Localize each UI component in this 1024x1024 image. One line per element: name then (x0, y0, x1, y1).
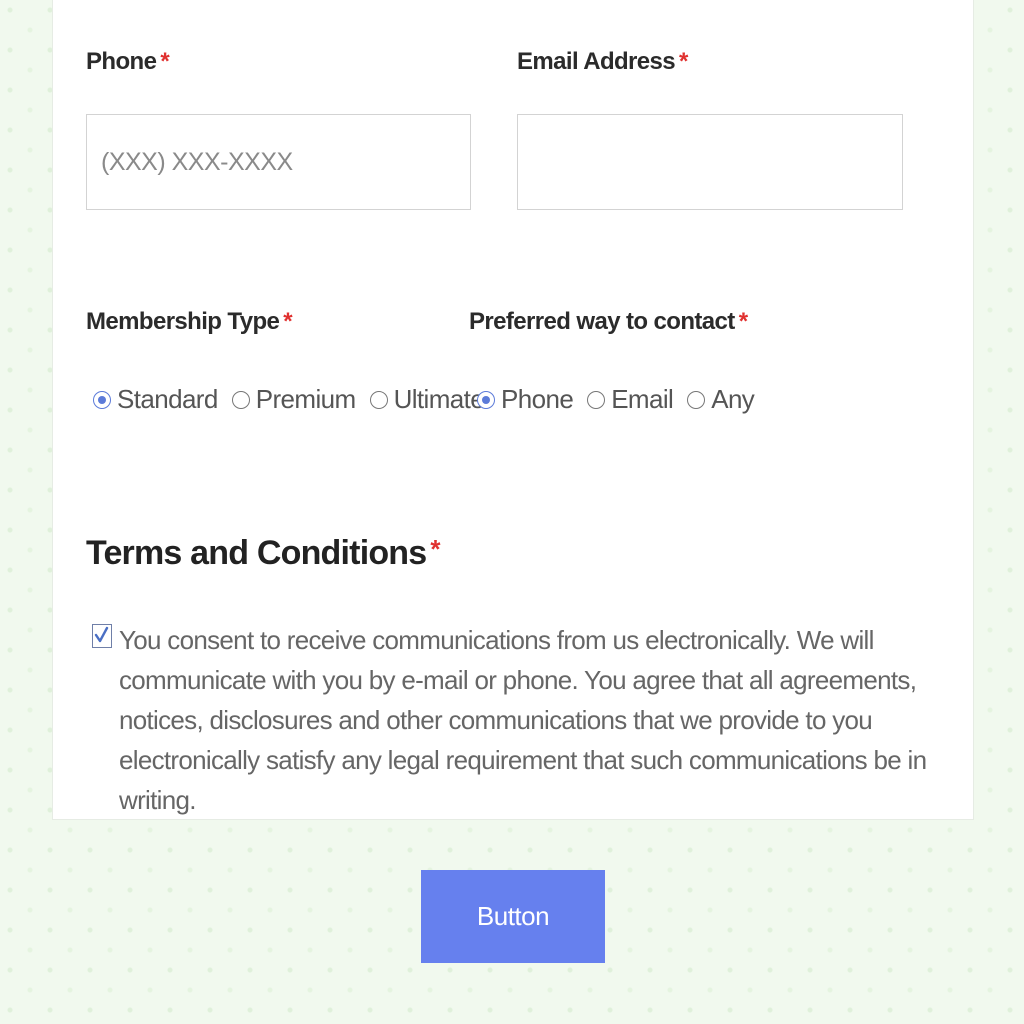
required-asterisk: * (283, 308, 293, 335)
radio-button-email[interactable] (587, 390, 606, 409)
submit-button[interactable]: Button (421, 870, 605, 963)
terms-title-text: Terms and Conditions (86, 534, 427, 572)
phone-label: Phone * (86, 48, 170, 76)
radio-option-any[interactable]: Any (687, 384, 755, 415)
terms-title: Terms and Conditions * (86, 534, 441, 573)
radio-option-standard[interactable]: Standard (93, 384, 218, 415)
radio-button-premium[interactable] (231, 390, 250, 409)
radio-label-any: Any (711, 384, 755, 414)
radio-option-premium[interactable]: Premium (231, 384, 356, 415)
terms-text: You consent to receive communications fr… (119, 625, 927, 815)
membership-type-label: Membership Type * (86, 308, 293, 336)
required-asterisk: * (160, 48, 170, 75)
required-asterisk: * (738, 308, 748, 335)
checkmark-icon (94, 626, 109, 643)
radio-button-phone[interactable] (477, 390, 495, 409)
membership-type-label-text: Membership Type (86, 308, 280, 335)
membership-type-radio-group: Standard Premium Ultimate (93, 384, 485, 415)
preferred-contact-label-text: Preferred way to contact (469, 308, 735, 335)
email-input[interactable] (517, 114, 903, 210)
radio-label-email: Email (611, 384, 674, 414)
phone-label-text: Phone (86, 48, 157, 75)
radio-button-ultimate[interactable] (369, 390, 388, 409)
preferred-contact-radio-group: Phone Email Any (477, 384, 755, 415)
radio-button-standard[interactable] (93, 390, 111, 409)
radio-label-standard: Standard (117, 384, 218, 414)
required-asterisk: * (679, 48, 688, 75)
radio-label-phone: Phone (501, 384, 574, 414)
radio-label-premium: Premium (255, 384, 356, 414)
radio-option-email[interactable]: Email (587, 384, 674, 415)
required-asterisk: * (430, 534, 440, 564)
terms-checkbox[interactable] (92, 624, 112, 648)
radio-option-phone[interactable]: Phone (477, 384, 574, 415)
radio-button-any[interactable] (687, 390, 706, 409)
phone-input[interactable] (86, 114, 471, 210)
radio-label-ultimate: Ultimate (393, 384, 485, 414)
email-label-text: Email Address (517, 48, 676, 75)
email-label: Email Address * (517, 48, 688, 76)
radio-option-ultimate[interactable]: Ultimate (369, 384, 485, 415)
preferred-contact-label: Preferred way to contact * (469, 308, 748, 336)
